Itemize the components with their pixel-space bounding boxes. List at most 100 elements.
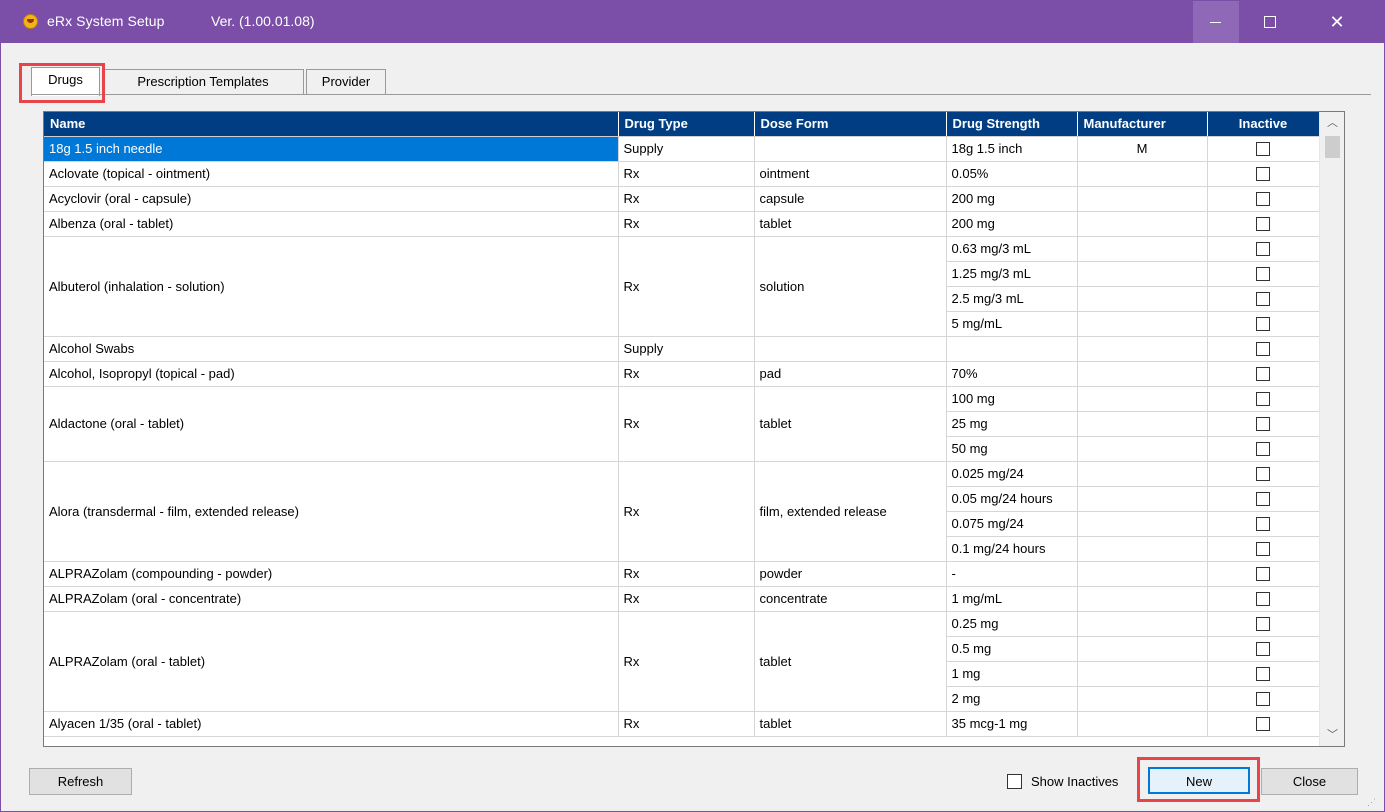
cell-dose-form [754,136,947,162]
table-row[interactable]: 18g 1.5 inch needle Supply 18g 1.5 inch M [44,136,1320,162]
scroll-down-button[interactable]: ﹀ [1320,724,1344,746]
inactive-checkbox[interactable] [1256,217,1270,232]
inactive-checkbox[interactable] [1256,592,1270,607]
column-header-name[interactable]: Name [44,112,619,137]
cell-drug-strength [946,336,1078,362]
cell-manufacturer [1077,661,1208,687]
cell-dose-form: tablet [754,386,947,462]
inactive-checkbox[interactable] [1256,692,1270,707]
cell-drug-strength: 1 mg [946,661,1078,687]
cell-drug-strength: 35 mcg-1 mg [946,711,1078,737]
table-row[interactable]: ALPRAZolam (compounding - powder) Rx powde… [44,561,1320,587]
inactive-checkbox[interactable] [1256,367,1270,382]
header-row: Name Drug Type Dose Form Drug Strength M… [44,112,1320,137]
cell-drug-strength: 0.075 mg/24 [946,511,1078,537]
erx-system-setup-window: eRx System Setup Ver. (1.00.01.08) ✕ Dru… [0,0,1385,812]
cell-dose-form: tablet [754,211,947,237]
column-header-drug-type[interactable]: Drug Type [618,112,755,137]
inactive-checkbox[interactable] [1256,192,1270,207]
window-title: eRx System Setup [47,13,165,29]
cell-inactive [1207,636,1320,662]
inactive-checkbox[interactable] [1256,142,1270,157]
tab-prescription-templates[interactable]: Prescription Templates [102,69,304,95]
table-row[interactable]: Acyclovir (oral - capsule) Rx capsule 200 m… [44,186,1320,212]
cell-dose-form: tablet [754,611,947,712]
cell-name: Alora (transdermal - film, extended rele… [44,461,619,562]
show-inactives-checkbox[interactable] [1007,774,1022,789]
inactive-checkbox[interactable] [1256,317,1270,332]
vertical-scrollbar[interactable]: ︿ ﹀ [1319,112,1344,746]
inactive-checkbox[interactable] [1256,642,1270,657]
cell-name: Aclovate (topical - ointment) [44,161,619,187]
cell-name: Acyclovir (oral - capsule) [44,186,619,212]
scroll-thumb[interactable] [1325,136,1340,158]
cell-dose-form: pad [754,361,947,387]
cell-manufacturer [1077,386,1208,412]
table-row[interactable]: Albenza (oral - tablet) Rx tablet 200 mg [44,211,1320,237]
inactive-checkbox[interactable] [1256,392,1270,407]
inactive-checkbox[interactable] [1256,542,1270,557]
cell-drug-strength: 0.25 mg [946,611,1078,637]
table-row[interactable]: Alyacen 1/35 (oral - tablet) Rx tablet 35 m… [44,711,1320,737]
close-window-button[interactable]: ✕ [1314,1,1360,43]
table-row[interactable]: Aldactone (oral - tablet) Rx tablet 100 mg [44,386,1320,462]
inactive-checkbox[interactable] [1256,267,1270,282]
table-row[interactable]: Aclovate (topical - ointment) Rx ointment 0… [44,161,1320,187]
cell-manufacturer [1077,586,1208,612]
table-row[interactable]: Albuterol (inhalation - solution) Rx solut… [44,236,1320,337]
column-header-drug-strength[interactable]: Drug Strength [946,112,1078,137]
scroll-up-button[interactable]: ︿ [1320,112,1344,134]
resize-grip[interactable]: ⋰ [1367,797,1379,809]
tab-provider[interactable]: Provider [306,69,386,95]
inactive-checkbox[interactable] [1256,492,1270,507]
column-header-inactive[interactable]: Inactive [1207,112,1320,137]
cell-inactive [1207,186,1320,212]
inactive-checkbox[interactable] [1256,667,1270,682]
table-row[interactable]: ALPRAZolam (oral - tablet) Rx tablet 0.25 m… [44,611,1320,712]
inactive-checkbox[interactable] [1256,567,1270,582]
cell-dose-form [754,336,947,362]
refresh-button[interactable]: Refresh [29,768,132,795]
table-row[interactable]: Alcohol, Isopropyl (topical - pad) Rx pad 7… [44,361,1320,387]
table-row[interactable]: Alora (transdermal - film, extended rele… [44,461,1320,562]
inactive-checkbox[interactable] [1256,517,1270,532]
cell-inactive [1207,161,1320,187]
cell-name: Alcohol Swabs [44,336,619,362]
minimize-button[interactable] [1193,1,1239,43]
cell-manufacturer [1077,236,1208,262]
table-row[interactable]: ALPRAZolam (oral - concentrate) Rx concent… [44,586,1320,612]
cell-drug-type: Rx [618,161,755,187]
inactive-checkbox[interactable] [1256,467,1270,482]
inactive-checkbox[interactable] [1256,242,1270,257]
drugs-grid[interactable]: Name Drug Type Dose Form Drug Strength M… [43,111,1345,747]
inactive-checkbox[interactable] [1256,617,1270,632]
table-row[interactable]: Alcohol Swabs Supply [44,336,1320,362]
new-button[interactable]: New [1148,767,1250,794]
title-bar[interactable]: eRx System Setup Ver. (1.00.01.08) ✕ [1,1,1384,43]
cell-dose-form: tablet [754,711,947,737]
inactive-checkbox[interactable] [1256,342,1270,357]
cell-drug-strength: 100 mg [946,386,1078,412]
cell-name: ALPRAZolam (oral - tablet) [44,611,619,712]
cell-inactive [1207,336,1320,362]
close-button[interactable]: Close [1261,768,1358,795]
cell-inactive [1207,411,1320,437]
inactive-checkbox[interactable] [1256,442,1270,457]
inactive-checkbox[interactable] [1256,292,1270,307]
cell-drug-type: Supply [618,336,755,362]
inactive-checkbox[interactable] [1256,167,1270,182]
cell-drug-strength: 1 mg/mL [946,586,1078,612]
column-header-manufacturer[interactable]: Manufacturer [1077,112,1208,137]
column-header-dose-form[interactable]: Dose Form [754,112,947,137]
cell-drug-type: Rx [618,461,755,562]
maximize-button[interactable] [1247,1,1293,43]
tab-divider [31,94,1371,95]
cell-manufacturer [1077,261,1208,287]
cell-name: ALPRAZolam (compounding - powder) [44,561,619,587]
inactive-checkbox[interactable] [1256,417,1270,432]
cell-dose-form: powder [754,561,947,587]
cell-manufacturer [1077,636,1208,662]
inactive-checkbox[interactable] [1256,717,1270,732]
cell-inactive [1207,436,1320,462]
cell-drug-strength: 2 mg [946,686,1078,712]
